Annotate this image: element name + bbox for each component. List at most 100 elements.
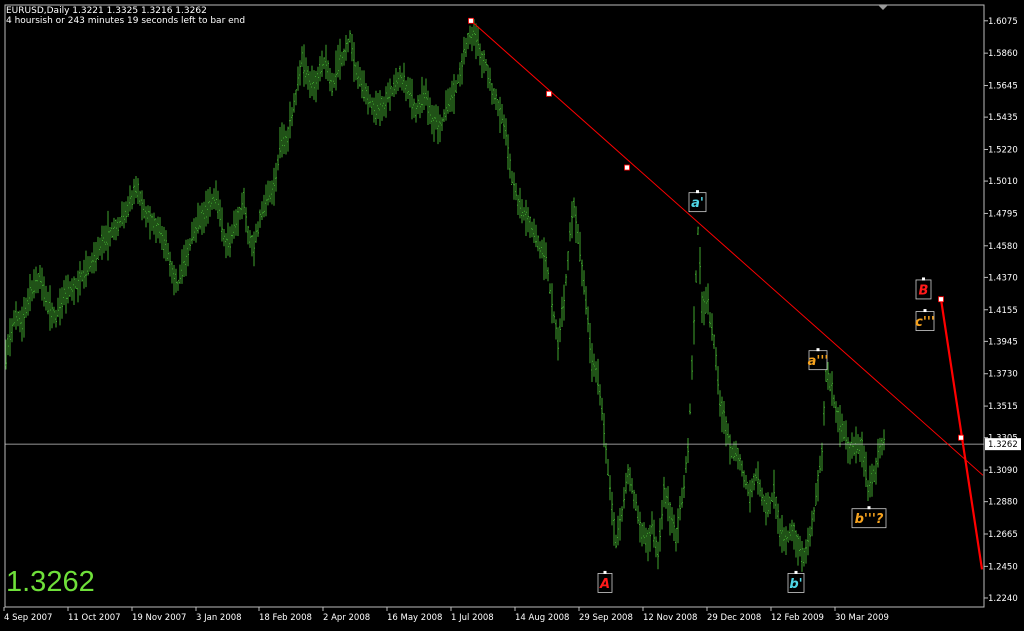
shift-marker-icon — [878, 5, 888, 10]
price-bar — [819, 455, 821, 473]
price-bar — [491, 83, 493, 105]
price-bar — [267, 180, 269, 206]
price-bar — [589, 323, 591, 364]
price-bar — [285, 130, 287, 155]
price-bar — [395, 68, 397, 95]
price-bar — [335, 50, 337, 91]
price-bar — [235, 209, 237, 236]
price-bar — [231, 224, 233, 244]
price-bar — [41, 267, 43, 301]
wave-label-4: b' — [787, 570, 805, 593]
price-bar — [399, 65, 401, 88]
price-bar — [503, 114, 505, 139]
price-bar — [291, 107, 293, 127]
price-bar — [361, 70, 363, 99]
price-bar — [417, 95, 419, 115]
price-bar — [709, 312, 711, 328]
price-bar — [183, 244, 185, 277]
y-tick-label: 1.5860 — [988, 49, 1018, 59]
price-bar — [635, 493, 637, 511]
price-bar — [853, 436, 855, 456]
price-bar — [43, 276, 45, 307]
y-tick-label: 1.5645 — [988, 82, 1018, 92]
y-tick-label: 1.3730 — [988, 370, 1018, 380]
price-bar — [163, 226, 165, 259]
price-bar — [583, 270, 585, 295]
price-bar — [787, 530, 789, 543]
price-bar — [555, 319, 557, 340]
price-bar — [575, 206, 577, 243]
price-bar — [305, 57, 307, 85]
price-bar — [531, 221, 533, 238]
price-bar — [567, 251, 569, 271]
price-bar — [57, 297, 59, 318]
price-bar — [493, 88, 495, 104]
price-bar — [319, 56, 321, 82]
price-bar — [393, 74, 395, 97]
price-bar — [737, 447, 739, 470]
price-bar — [213, 188, 215, 210]
trendline-anchor — [468, 17, 474, 24]
price-bar — [803, 547, 805, 567]
price-bar — [679, 495, 681, 521]
price-bar — [149, 206, 151, 240]
price-bar — [295, 89, 297, 106]
price-bar — [547, 267, 549, 282]
price-bar — [759, 479, 761, 497]
price-bars — [5, 19, 885, 572]
price-bar — [863, 445, 865, 477]
price-bar — [599, 384, 601, 406]
price-bar — [659, 518, 661, 552]
price-bar — [127, 196, 129, 218]
price-bar — [97, 236, 99, 260]
price-bar — [443, 109, 445, 123]
price-bar — [21, 306, 23, 342]
price-bar — [39, 264, 41, 289]
price-bar — [153, 212, 155, 235]
price-bar — [475, 23, 477, 60]
price-bar — [673, 514, 675, 542]
price-chart[interactable]: 1.6075 1.5860 1.5645 1.5435 1.5220 1.5010 1.47… — [0, 0, 1024, 627]
projection-line — [939, 299, 984, 570]
price-bar — [719, 390, 721, 417]
price-bar — [357, 61, 359, 89]
chart-area[interactable]: 1.6075 1.5860 1.5645 1.5435 1.5220 1.5010 1.47… — [0, 0, 1024, 627]
price-bar — [523, 207, 525, 221]
price-bar — [209, 186, 211, 217]
price-bar — [671, 507, 673, 534]
price-bar — [797, 533, 799, 566]
projection-anchor — [938, 296, 944, 303]
price-bar — [157, 216, 159, 239]
price-bar — [137, 178, 139, 205]
wave-label-text: b' — [789, 577, 802, 592]
x-tick-label: 30 Mar 2009 — [835, 613, 889, 623]
price-bar — [507, 134, 509, 170]
wave-label-anchor — [794, 570, 798, 574]
price-bar — [69, 281, 71, 297]
price-bar — [133, 178, 135, 205]
price-bar — [777, 503, 779, 534]
price-bar — [337, 44, 339, 78]
y-tick-label: 1.4795 — [988, 209, 1018, 219]
price-bar — [61, 287, 63, 319]
price-bar — [685, 456, 687, 473]
x-tick-label: 2 Apr 2008 — [323, 613, 370, 623]
price-bar — [307, 66, 309, 90]
price-bar — [511, 170, 513, 185]
price-bar — [667, 486, 669, 522]
price-bar — [771, 492, 773, 503]
price-bar — [53, 306, 55, 324]
price-bar — [765, 492, 767, 526]
price-bar — [33, 269, 35, 299]
price-bar — [721, 396, 723, 433]
price-bar — [623, 487, 625, 509]
price-bar — [439, 114, 441, 143]
price-bar — [811, 510, 813, 537]
price-bar — [649, 524, 651, 552]
price-bar — [321, 50, 323, 77]
price-bar — [325, 44, 327, 80]
price-bar — [259, 209, 261, 228]
price-bar — [461, 53, 463, 85]
price-bar — [751, 478, 753, 498]
price-bar — [741, 460, 743, 477]
